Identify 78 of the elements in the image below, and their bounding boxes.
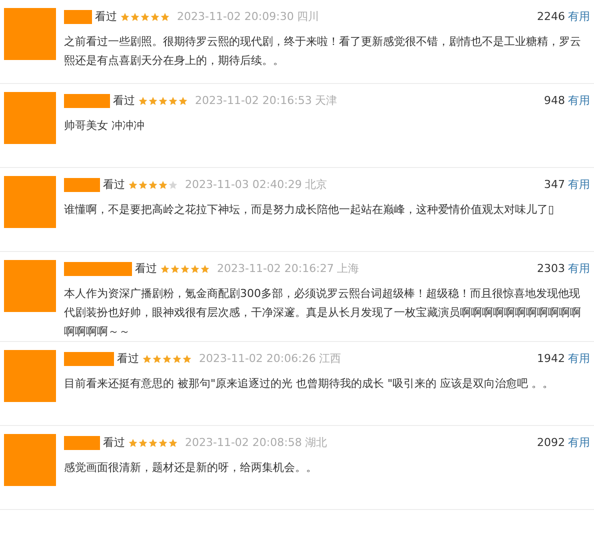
- star-icon: [160, 264, 170, 274]
- star-icon: [138, 438, 148, 448]
- star-icon: [170, 264, 180, 274]
- watched-status: 看过: [103, 434, 125, 451]
- comment-location: 四川: [296, 8, 319, 25]
- star-icon: [158, 96, 168, 106]
- star-icon: [138, 180, 148, 190]
- vote-count: 2303: [537, 260, 565, 277]
- useful-link[interactable]: 有用: [568, 92, 590, 110]
- comment-time: 2023-11-02 20:16:27: [217, 260, 334, 277]
- star-icon: [160, 12, 170, 22]
- watched-status: 看过: [113, 92, 135, 109]
- watched-status: 看过: [117, 350, 139, 367]
- star-icon: [130, 12, 140, 22]
- star-icon: [148, 96, 158, 106]
- comment-text: 谁懂啊，不是要把高岭之花拉下神坛，而是努力成长陪他一起站在巅峰，这种爱情价值观太对味儿了▯: [64, 202, 556, 218]
- useful-link[interactable]: 有用: [568, 350, 590, 368]
- avatar-placeholder: [4, 176, 56, 228]
- comment-time: 2023-11-02 20:06:26: [199, 350, 316, 367]
- vote-count: 347: [544, 176, 565, 193]
- useful-link[interactable]: 有用: [568, 176, 590, 194]
- star-icon: [168, 438, 178, 448]
- star-icon: [162, 354, 172, 364]
- vote-count: 948: [544, 92, 565, 109]
- useful-link[interactable]: 有用: [568, 260, 590, 278]
- avatar-placeholder: [4, 434, 56, 486]
- useful-link[interactable]: 有用: [568, 434, 590, 452]
- watched-status: 看过: [135, 260, 157, 277]
- star-icon: [140, 12, 150, 22]
- comment-location: 天津: [314, 92, 337, 109]
- useful-link[interactable]: 有用: [568, 8, 590, 26]
- star-icon: [168, 180, 178, 190]
- star-icon: [148, 438, 158, 448]
- watched-status: 看过: [103, 176, 125, 193]
- username-redaction: [64, 178, 100, 192]
- star-icon: [120, 12, 130, 22]
- star-icon: [128, 180, 138, 190]
- star-icon: [138, 96, 148, 106]
- username-redaction: [64, 436, 100, 450]
- comment-location: 北京: [304, 176, 327, 193]
- username-redaction: [64, 352, 114, 366]
- comment-text: 帅哥美女 冲冲冲: [64, 118, 146, 134]
- star-icon: [180, 264, 190, 274]
- star-icon: [150, 12, 160, 22]
- comment-location: 江西: [318, 350, 341, 367]
- comment-text: 之前看过一些剧照。很期待罗云熙的现代剧，终于来啦！看了更新感觉很不错，剧情也不是工业糖精，罗云熙还是有点喜剧天分在身上的，期待后续。。: [64, 34, 582, 69]
- comment-location: 湖北: [304, 434, 327, 451]
- star-icon: [172, 354, 182, 364]
- comment-text: 本人作为资深广播剧粉，氪金商配剧300多部，必须说罗云熙台词超级棒！超级稳！而且很惊喜地发现他现代剧装扮也好帅，眼神戏很有层次感，干净深邃。真是从长月发现了一枚宝藏演员啊啊啊啊啊啊啊啊啊啊啊啊啊啊啊～～: [64, 286, 582, 340]
- star-icon: [200, 264, 210, 274]
- watched-status: 看过: [95, 8, 117, 25]
- avatar-placeholder: [4, 350, 56, 402]
- star-icon: [182, 354, 192, 364]
- star-icon: [158, 180, 168, 190]
- star-icon: [148, 180, 158, 190]
- avatar-placeholder: [4, 8, 56, 60]
- star-icon: [128, 438, 138, 448]
- comment-text: 感觉画面很清新，题材还是新的呀，给两集机会。。: [64, 460, 318, 476]
- star-icon: [152, 354, 162, 364]
- username-redaction: [64, 10, 92, 24]
- star-icon: [178, 96, 188, 106]
- vote-count: 2246: [537, 8, 565, 25]
- comment-text: 目前看来还挺有意思的 被那句"原来追逐过的光 也曾期待我的成长 "吸引来的 应该是双向治愈吧 。。: [64, 376, 555, 392]
- star-icon: [142, 354, 152, 364]
- comment-time: 2023-11-02 20:08:58: [185, 434, 302, 451]
- star-icon: [158, 438, 168, 448]
- username-redaction: [64, 94, 110, 108]
- star-icon: [190, 264, 200, 274]
- vote-count: 1942: [537, 350, 565, 367]
- comment-location: 上海: [336, 260, 359, 277]
- avatar-placeholder: [4, 92, 56, 144]
- comment-time: 2023-11-03 02:40:29: [185, 176, 302, 193]
- comment-time: 2023-11-02 20:09:30: [177, 8, 294, 25]
- username-redaction: [64, 262, 132, 276]
- avatar-placeholder: [4, 260, 56, 312]
- star-icon: [168, 96, 178, 106]
- comment-time: 2023-11-02 20:16:53: [195, 92, 312, 109]
- vote-count: 2092: [537, 434, 565, 451]
